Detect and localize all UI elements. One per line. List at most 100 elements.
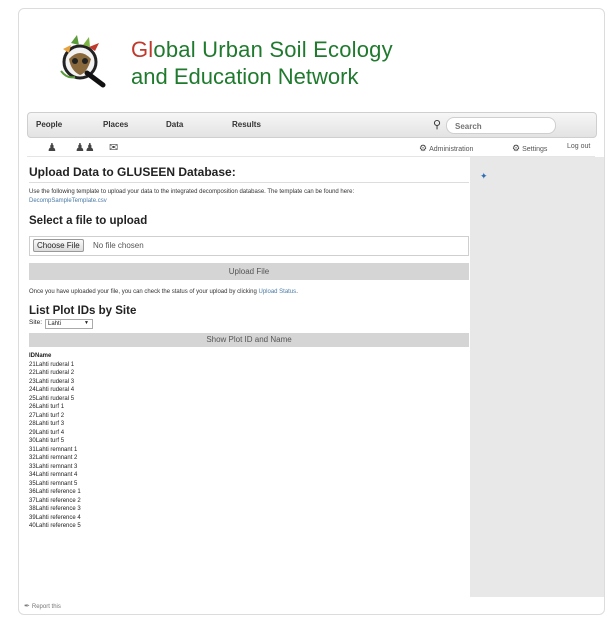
header-name: Name [35,353,52,359]
plot-id: 37 [29,497,36,504]
page-frame: Global Urban Soil Ecology and Education … [18,8,605,615]
search-box: ⚲ [433,117,556,134]
administration-link[interactable]: ⚙ Administration [419,143,473,154]
site-title-line2: and Education Network [131,64,359,89]
plot-row: 37Lahti reference 2 [29,497,469,506]
chevron-down-icon: ▼ [84,320,89,326]
right-sidebar: ✦ [470,157,604,597]
plot-id: 33 [29,463,36,470]
plot-name: Lahti reference 2 [35,497,81,504]
plot-name: Lahti ruderal 5 [35,395,75,402]
group-icon[interactable]: ♟♟ [75,141,95,154]
plot-name: Lahti remnant 1 [35,446,78,453]
plot-id: 25 [29,395,36,402]
plot-id: 38 [29,506,36,512]
mail-icon[interactable]: ✉ [109,141,118,154]
plot-row: 35Lahti remnant 5 [29,480,469,489]
plot-id: 35 [29,480,36,487]
nav-results[interactable]: Results [232,120,261,129]
plot-name: Lahti ruderal 3 [35,378,75,385]
site-label: Site: [29,319,43,326]
plot-id: 27 [29,412,36,419]
plot-name: Lahti turf 3 [35,421,65,427]
plot-row: 21Lahti ruderal 1 [29,361,469,370]
pin-icon[interactable]: ✦ [480,171,488,182]
plot-row: 28Lahti turf 3 [29,420,469,429]
plot-id: 22 [29,370,36,376]
plot-name: Lahti turf 4 [35,429,65,436]
settings-label: Settings [522,146,548,153]
gear-icon: ⚙ [419,143,428,153]
plot-name: Lahti remnant 2 [35,455,78,461]
nav-people[interactable]: People [36,120,62,129]
plot-ids-heading: List Plot IDs by Site [29,305,137,317]
search-icon[interactable]: ⚲ [433,118,441,131]
no-file-text: No file chosen [93,241,144,250]
plot-row: 33Lahti remnant 3 [29,463,469,472]
plot-id: 36 [29,489,36,495]
plot-name: Lahti ruderal 1 [35,361,75,368]
plot-row: 36Lahti reference 1 [29,488,469,497]
gluseen-logo[interactable] [49,29,111,91]
plot-row: 34Lahti remnant 4 [29,471,469,480]
plot-name: Lahti remnant 4 [35,472,78,478]
plot-id: 32 [29,455,36,461]
plot-row: 29Lahti turf 4 [29,429,469,438]
plot-id: 26 [29,404,36,410]
upload-file-button[interactable]: Upload File [29,263,469,280]
show-plot-button[interactable]: Show Plot ID and Name [29,333,469,347]
user-toolbar: ♟ ♟♟ ✉ ⚙ Administration ⚙ Settings Log out [27,139,595,157]
file-input[interactable]: Choose File No file chosen [29,236,469,256]
administration-label: Administration [429,146,474,153]
upload-status-link[interactable]: Upload Status [258,289,296,295]
plot-name: Lahti reference 1 [35,489,81,495]
settings-link[interactable]: ⚙ Settings [512,143,547,154]
site-select[interactable]: Lahti ▼ [45,319,93,329]
user-icon[interactable]: ♟ [47,141,57,154]
upload-status-text: Once you have uploaded your file, you ca… [29,288,469,297]
main-nav: People Places Data Results ⚲ [27,112,597,138]
plot-table-header: IDName [29,352,469,361]
site-select-value: Lahti [48,321,62,327]
plot-name: Lahti ruderal 4 [35,387,75,393]
template-link[interactable]: DecompSampleTemplate.csv [29,198,107,204]
plot-row: 40Lahti reference 5 [29,522,469,531]
plot-id: 23 [29,378,36,385]
page-title: Upload Data to GLUSEEN Database: [29,165,236,179]
site-row: Site: Lahti ▼ [29,319,469,329]
plot-row: 24Lahti ruderal 4 [29,386,469,395]
plot-row: 30Lahti turf 5 [29,437,469,446]
logout-link[interactable]: Log out [567,143,590,150]
report-label: Report this [31,604,61,610]
plot-id: 24 [29,387,36,393]
plot-name: Lahti reference 4 [35,514,81,521]
title-divider [29,182,469,183]
report-link[interactable]: ✒ Report this [24,602,61,610]
plot-row: 38Lahti reference 3 [29,505,469,514]
plot-name: Lahti remnant 3 [35,463,78,470]
plot-name: Lahti turf 5 [35,438,65,444]
plot-row: 22Lahti ruderal 2 [29,369,469,378]
plot-row: 25Lahti ruderal 5 [29,395,469,404]
choose-file-button[interactable]: Choose File [33,239,84,252]
plot-id: 28 [29,421,36,427]
plot-name: Lahti remnant 5 [35,480,78,487]
plot-name: Lahti ruderal 2 [35,370,75,376]
title-accent: Gl [131,37,154,62]
plot-list: 21Lahti ruderal 1 22Lahti ruderal 2 23Laht… [29,361,469,531]
plot-row: 27Lahti turf 2 [29,412,469,421]
nav-data[interactable]: Data [166,120,183,129]
plot-id: 40 [29,523,36,529]
plot-row: 39Lahti reference 4 [29,514,469,523]
plot-name: Lahti turf 1 [35,404,65,410]
plot-row: 23Lahti ruderal 3 [29,378,469,387]
status-sentence: Once you have uploaded your file, you ca… [29,289,257,295]
plot-row: 31Lahti remnant 1 [29,446,469,455]
search-input[interactable] [453,119,552,133]
logo-image [60,35,106,88]
main-content: Upload Data to GLUSEEN Database: Use the… [29,165,469,531]
plot-id: 21 [29,361,36,368]
plot-row: 26Lahti turf 1 [29,403,469,412]
plot-row: 32Lahti remnant 2 [29,454,469,463]
nav-places[interactable]: Places [103,120,128,129]
